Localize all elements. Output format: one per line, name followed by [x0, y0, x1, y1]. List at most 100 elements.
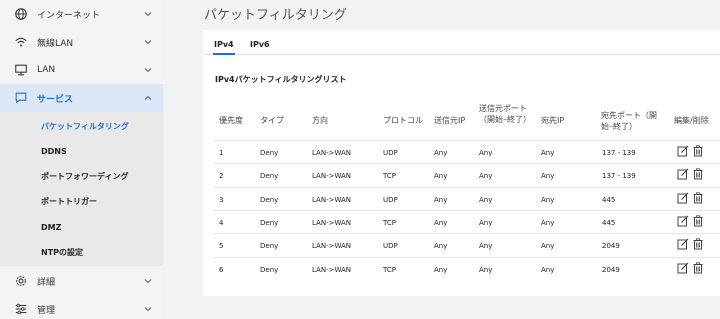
cell-type: Deny [260, 172, 279, 181]
chat-icon [15, 92, 27, 104]
delete-icon[interactable] [692, 168, 704, 180]
edit-icon[interactable] [677, 145, 689, 157]
submenu-item-label: NTPの設定 [41, 248, 84, 257]
chevron-down-icon [144, 40, 152, 45]
cell-priority: 6 [219, 265, 224, 274]
cell-priority: 1 [219, 149, 224, 157]
cell-dest-port: 137 - 139 [602, 172, 636, 181]
cell-dest-port: 445 [602, 218, 616, 227]
cell-priority: 4 [219, 218, 224, 227]
sidebar-item-internet[interactable]: インターネット [0, 0, 163, 28]
cell-direction: LAN->WAN [312, 149, 352, 157]
tab-bar: IPv4 IPv6 [203, 30, 720, 55]
edit-icon[interactable] [677, 262, 689, 274]
monitor-icon [15, 64, 27, 76]
tab-ipv6[interactable]: IPv6 [250, 40, 270, 49]
filter-card: IPv4 IPv6 IPv4パケットフィルタリングリスト 優先度 タイプ 方向 … [203, 30, 720, 296]
globe-icon [15, 8, 27, 20]
column-header-source-port: 送信元ポート（開始–終了） [479, 104, 531, 124]
chevron-down-icon [144, 307, 152, 312]
cell-source-port: Any [479, 149, 493, 157]
cell-protocol: UDP [383, 195, 398, 204]
sidebar: インターネット 無線LAN LAN サービス パケットフィルタリング DDNS … [0, 0, 163, 319]
sidebar-item-label: 無線LAN [37, 38, 74, 49]
chevron-down-icon [144, 279, 152, 284]
cell-type: Deny [260, 265, 279, 274]
cell-dest-port: 445 [602, 195, 616, 204]
cell-dest-ip: Any [541, 172, 555, 181]
cell-dest-ip: Any [541, 195, 555, 204]
column-header-priority: 優先度 [219, 116, 243, 125]
delete-icon[interactable] [692, 145, 704, 157]
cell-priority: 2 [219, 172, 224, 181]
cell-direction: LAN->WAN [312, 218, 352, 227]
edit-icon[interactable] [677, 215, 689, 227]
submenu-item-ntp-settings[interactable]: NTPの設定 [0, 240, 163, 265]
column-header-type: タイプ [260, 116, 284, 125]
edit-icon[interactable] [677, 238, 689, 250]
sidebar-item-wireless-lan[interactable]: 無線LAN [0, 28, 163, 56]
submenu-item-packet-filtering[interactable]: パケットフィルタリング [0, 114, 163, 139]
sidebar-item-services[interactable]: サービス [0, 84, 163, 112]
cell-protocol: TCP [383, 172, 396, 181]
gear-icon [16, 276, 26, 286]
table-row: 4 Deny LAN->WAN TCP Any Any Any 445 [213, 209, 720, 233]
sidebar-item-label: LAN [37, 65, 56, 75]
cell-source-port: Any [479, 218, 493, 227]
cell-type: Deny [260, 149, 279, 157]
cell-source-port: Any [479, 265, 493, 274]
cell-source-port: Any [479, 172, 493, 181]
cell-dest-ip: Any [541, 265, 555, 274]
column-header-protocol: プロトコル [383, 116, 423, 125]
table-row: 6 Deny LAN->WAN TCP Any Any Any 2049 [213, 256, 720, 280]
cell-protocol: UDP [383, 149, 398, 157]
submenu-item-label: DDNS [41, 147, 67, 156]
edit-icon[interactable] [677, 192, 689, 204]
submenu-item-ddns[interactable]: DDNS [0, 139, 163, 164]
delete-icon[interactable] [692, 215, 704, 227]
cell-source-ip: Any [434, 218, 448, 227]
page-title: パケットフィルタリング [204, 8, 347, 23]
submenu-item-label: パケットフィルタリング [41, 122, 129, 131]
submenu-item-port-forwarding[interactable]: ポートフォワーディング [0, 164, 163, 189]
submenu-item-label: ポートフォワーディング [41, 172, 129, 181]
cell-source-port: Any [479, 195, 493, 204]
cell-direction: LAN->WAN [312, 265, 352, 274]
sidebar-item-label: サービス [37, 94, 74, 105]
active-tab-indicator [213, 53, 235, 55]
column-header-dest-ip: 宛先IP [541, 116, 565, 125]
cell-type: Deny [260, 195, 279, 204]
cell-source-ip: Any [434, 242, 448, 251]
wifi-icon [15, 37, 27, 47]
list-title: IPv4パケットフィルタリングリスト [215, 75, 347, 84]
chevron-up-icon [144, 95, 152, 100]
cell-source-port: Any [479, 242, 493, 251]
sidebar-item-lan[interactable]: LAN [0, 56, 163, 84]
sidebar-item-advanced[interactable]: 詳細 [0, 267, 163, 295]
tab-ipv4[interactable]: IPv4 [214, 40, 234, 49]
cell-source-ip: Any [434, 149, 448, 157]
table-row: 5 Deny LAN->WAN UDP Any Any Any 2049 [213, 233, 720, 256]
cell-dest-port: 2049 [602, 265, 620, 274]
delete-icon[interactable] [692, 261, 704, 274]
sidebar-item-management[interactable]: 管理 [0, 295, 163, 319]
sidebar-item-label: 管理 [37, 305, 56, 316]
cell-protocol: TCP [383, 265, 396, 274]
submenu-item-port-trigger[interactable]: ポートトリガー [0, 189, 163, 214]
table-row: 3 Deny LAN->WAN UDP Any Any Any 445 [213, 186, 720, 210]
cell-source-ip: Any [434, 195, 448, 204]
cell-dest-port: 137 - 139 [602, 149, 636, 157]
delete-icon[interactable] [692, 191, 704, 204]
cell-dest-ip: Any [541, 149, 555, 157]
cell-dest-port: 2049 [602, 242, 620, 251]
cell-direction: LAN->WAN [312, 195, 352, 204]
delete-icon[interactable] [692, 238, 704, 250]
submenu-item-dmz[interactable]: DMZ [0, 215, 163, 240]
column-header-dest-port: 宛先ポート（開始–終了） [601, 111, 657, 131]
cell-source-ip: Any [434, 265, 448, 274]
cell-protocol: TCP [383, 218, 396, 227]
submenu-item-label: DMZ [41, 223, 62, 232]
edit-icon[interactable] [677, 168, 689, 180]
cell-type: Deny [260, 218, 279, 227]
sidebar-item-label: 詳細 [37, 277, 56, 288]
